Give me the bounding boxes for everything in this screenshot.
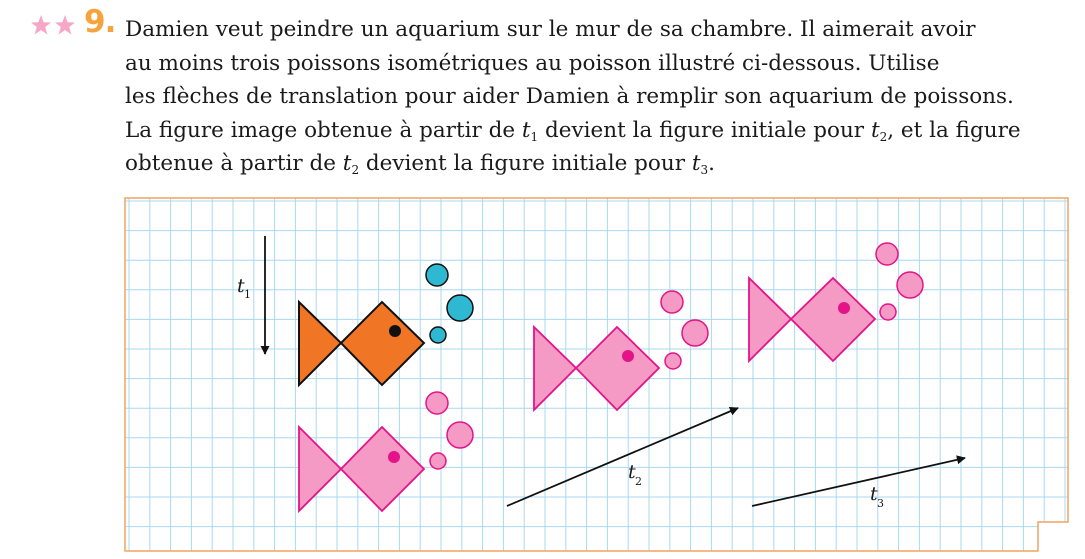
translation-arrow-t2 [506, 407, 739, 507]
bubble [425, 263, 449, 287]
fish-tail [298, 299, 343, 388]
aquarium-figure: t 1 t 2 t 3 [124, 197, 1069, 552]
translation-arrow-t3 [751, 455, 966, 507]
fish-eye [388, 451, 400, 463]
bubble [429, 452, 447, 470]
bubble [446, 421, 474, 449]
fish-eye [838, 302, 850, 314]
label-t3: t 3 [870, 483, 884, 510]
image-fish-t1 [298, 391, 474, 514]
svg-text:3: 3 [877, 497, 884, 510]
image-fish-t2 [533, 290, 709, 413]
fish-eye [622, 350, 634, 362]
bubble [446, 294, 474, 322]
original-fish [298, 263, 474, 388]
bubble [879, 303, 897, 321]
bubble [660, 290, 684, 314]
fish-body [339, 300, 426, 387]
fish-tail [533, 324, 578, 413]
bubble [425, 391, 449, 415]
fish-eye [389, 325, 401, 337]
label-t2: t 2 [628, 461, 642, 488]
bubble [875, 242, 899, 266]
bubble [429, 326, 447, 344]
bubble [681, 319, 709, 347]
bubble [664, 352, 682, 370]
fish-body [574, 325, 661, 412]
svg-text:2: 2 [635, 475, 642, 488]
bubble [896, 271, 924, 299]
fish-tail [298, 424, 343, 514]
svg-text:1: 1 [244, 288, 251, 301]
label-t1: t 1 [237, 275, 251, 301]
fish-body [339, 425, 426, 513]
